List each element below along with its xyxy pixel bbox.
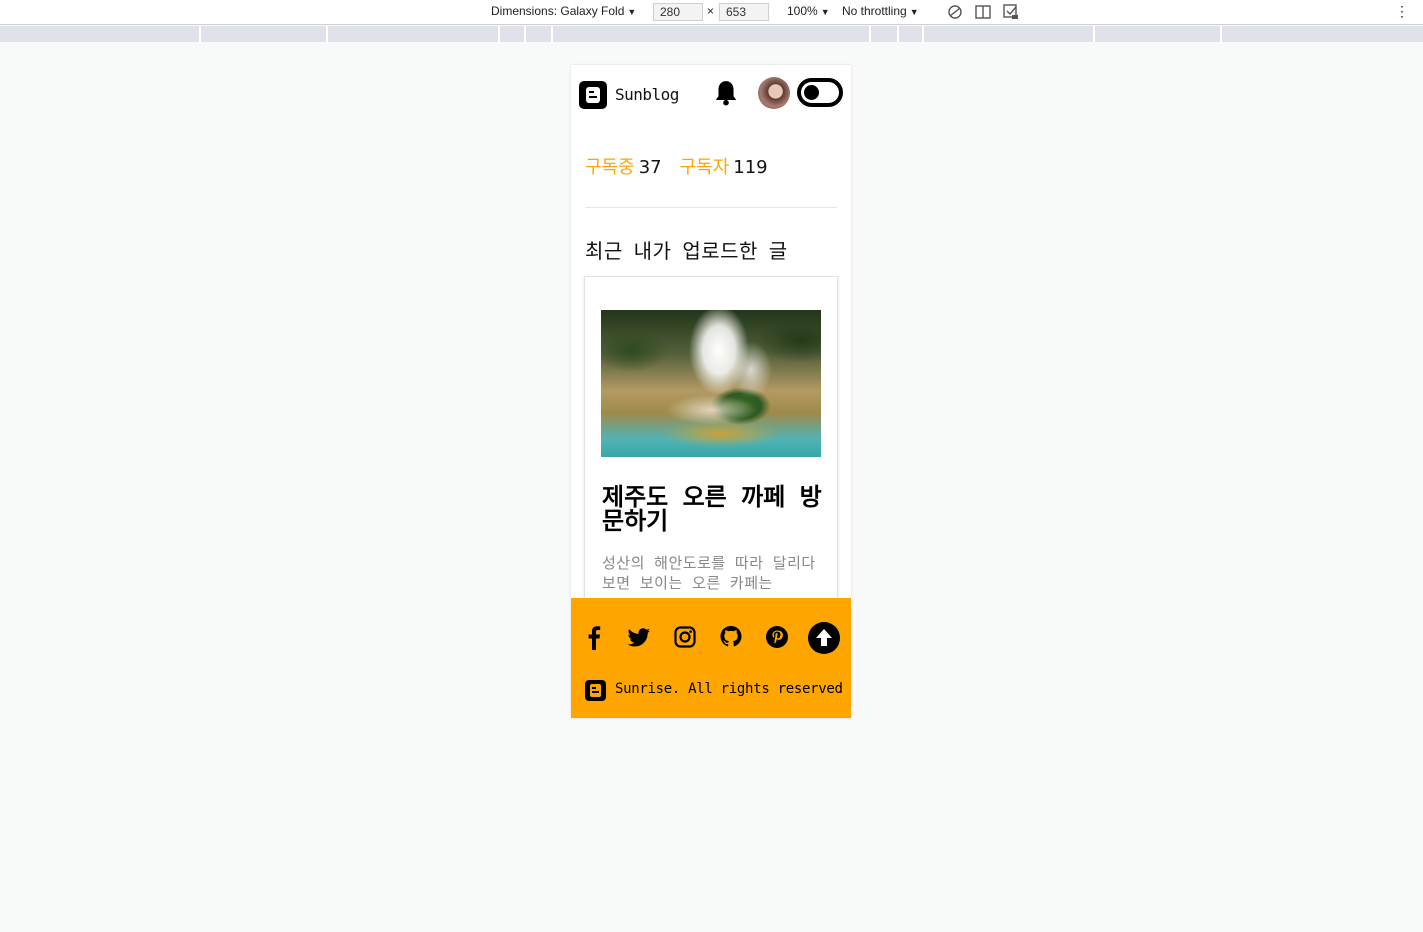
subscription-stats: 구독중 37 구독자 119 — [585, 153, 768, 179]
devtools-device-toolbar: Dimensions: Galaxy Fold ▼ 280 × 653 100% ▼… — [0, 0, 1423, 25]
dimension-separator: × — [707, 4, 715, 18]
device-select-label: Dimensions: Galaxy Fold — [491, 4, 625, 18]
media-query-segment[interactable] — [922, 26, 924, 42]
facebook-icon[interactable] — [582, 624, 606, 650]
dark-mode-toggle[interactable] — [797, 78, 843, 107]
site-brand[interactable]: Sunblog — [615, 85, 679, 104]
site-header: Sunblog — [571, 65, 851, 123]
blogger-logo-icon[interactable] — [579, 81, 607, 109]
posture-icon[interactable] — [1002, 3, 1020, 21]
height-input[interactable]: 653 — [719, 3, 769, 21]
following-count: 37 — [638, 157, 662, 178]
divider — [585, 207, 837, 208]
dual-screen-icon[interactable] — [974, 3, 992, 21]
device-viewport: Sunblog 구독중 37 구독자 119 최근 내가 업로드한 글 제주도 오른 … — [571, 65, 851, 718]
media-query-segment[interactable] — [869, 26, 871, 42]
media-query-segment[interactable] — [551, 26, 553, 42]
rotate-icon[interactable] — [946, 3, 964, 21]
media-query-segment[interactable] — [1220, 26, 1222, 42]
pinterest-icon[interactable] — [765, 624, 789, 650]
twitter-icon[interactable] — [627, 624, 651, 650]
caret-down-icon: ▼ — [909, 7, 919, 17]
width-input[interactable]: 280 — [653, 3, 703, 21]
media-query-segment[interactable] — [897, 26, 899, 42]
post-title[interactable]: 제주도 오른 까페 방문하기 — [602, 485, 824, 533]
throttling-label: No throttling — [842, 4, 907, 18]
media-query-segment[interactable] — [326, 26, 328, 42]
device-select[interactable]: Dimensions: Galaxy Fold ▼ — [491, 4, 636, 18]
followers-count: 119 — [733, 157, 768, 178]
scroll-top-button[interactable] — [808, 622, 840, 654]
post-thumbnail[interactable] — [601, 310, 821, 457]
followers-label[interactable]: 구독자 — [680, 157, 730, 178]
arrow-up-icon — [816, 629, 832, 646]
toggle-knob — [804, 85, 819, 100]
media-query-bar[interactable] — [0, 26, 1423, 42]
throttling-select[interactable]: No throttling ▼ — [842, 4, 919, 18]
caret-down-icon: ▼ — [627, 7, 637, 17]
bell-icon[interactable] — [713, 79, 739, 107]
site-footer: Sunrise. All rights reserved — [571, 598, 851, 718]
media-query-segment[interactable] — [1093, 26, 1095, 42]
post-excerpt: 성산의 해안도로를 따라 달리다 보면 보이는 오른 카페는 — [602, 554, 816, 592]
post-card[interactable]: 제주도 오른 까페 방문하기 성산의 해안도로를 따라 달리다 보면 보이는 오… — [584, 276, 838, 616]
github-icon[interactable] — [719, 624, 743, 650]
instagram-icon[interactable] — [673, 624, 697, 650]
caret-down-icon: ▼ — [820, 7, 830, 17]
media-query-segment[interactable] — [498, 26, 500, 42]
footer-logo-icon — [585, 680, 606, 701]
following-label[interactable]: 구독중 — [585, 157, 635, 178]
zoom-select[interactable]: 100% ▼ — [787, 4, 830, 18]
media-query-segment[interactable] — [524, 26, 526, 42]
zoom-label: 100% — [787, 4, 818, 18]
media-query-segment[interactable] — [199, 26, 201, 42]
copyright-text: Sunrise. All rights reserved — [615, 681, 843, 697]
more-options-icon[interactable]: ⋮ — [1395, 3, 1409, 20]
avatar[interactable] — [758, 77, 790, 109]
section-title: 최근 내가 업로드한 글 — [585, 239, 788, 263]
